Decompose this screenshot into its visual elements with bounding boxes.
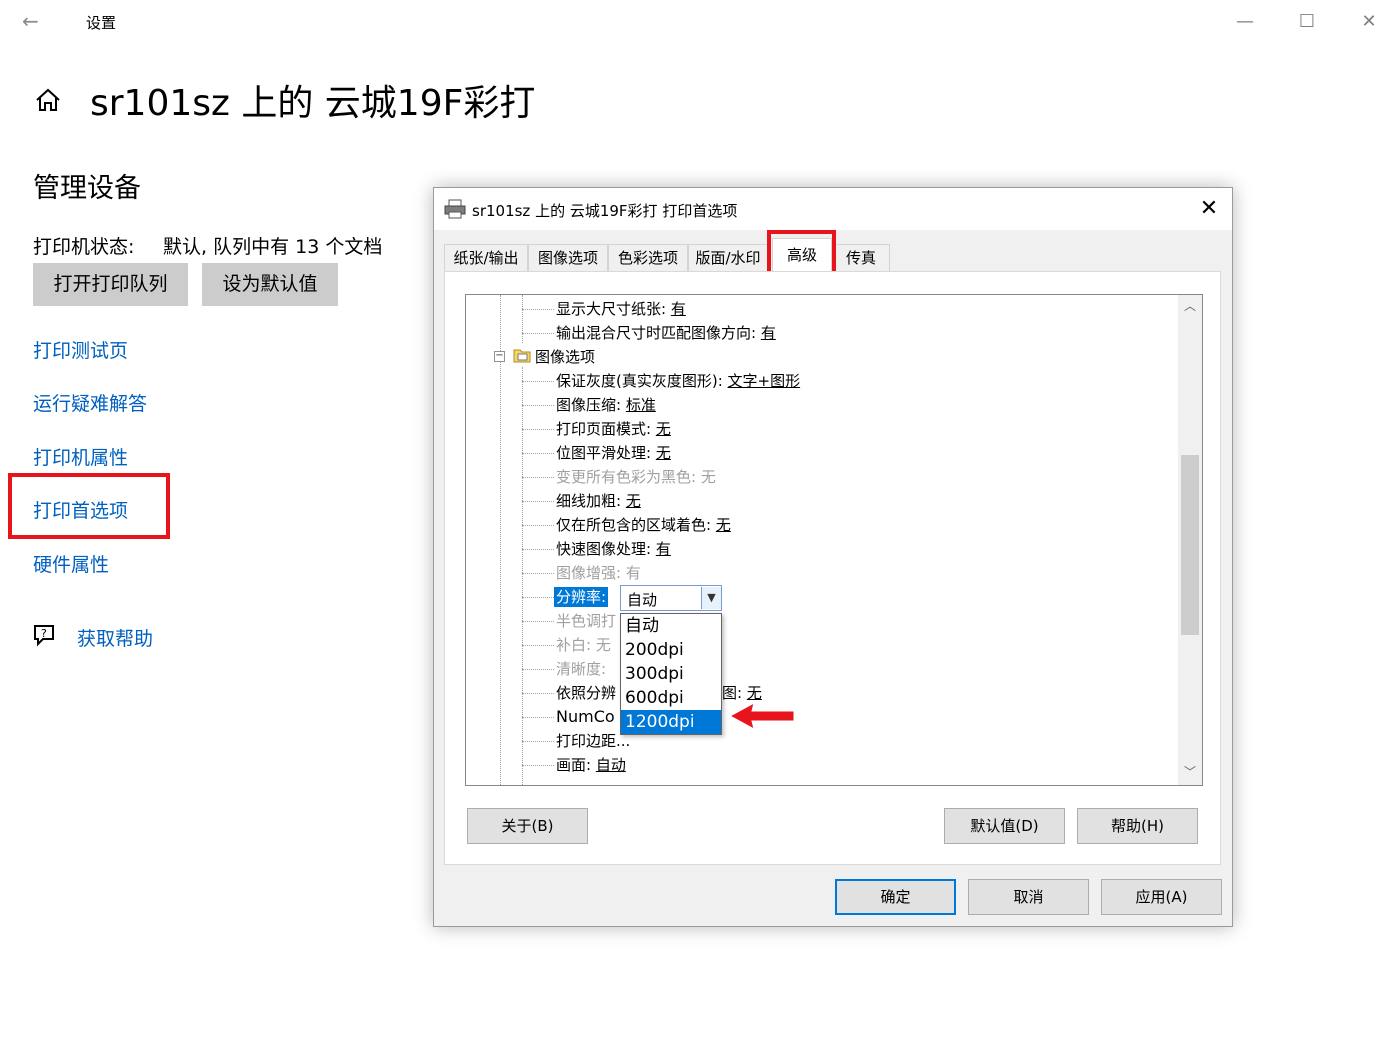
dialog-close-icon[interactable]: ✕ <box>1194 196 1224 222</box>
tree-item-screen[interactable]: 画面: 自动 <box>556 755 626 775</box>
tree-scrollbar[interactable]: ︿ ﹀ <box>1178 295 1202 785</box>
cancel-button[interactable]: 取消 <box>968 879 1089 915</box>
resolution-select[interactable]: 自动 ▼ <box>620 585 722 611</box>
resolution-select-value: 自动 <box>627 591 658 609</box>
back-arrow-icon[interactable]: ← <box>22 10 44 32</box>
about-button[interactable]: 关于(B) <box>467 808 588 844</box>
tree-item-thin-line[interactable]: 细线加粗: 无 <box>556 491 641 511</box>
settings-tree[interactable]: 显示大尺寸纸张: 有 输出混合尺寸时匹配图像方向: 有 − 图像选项 保证灰度(… <box>465 294 1203 786</box>
section-title: 管理设备 <box>33 173 141 204</box>
help-button[interactable]: 帮助(H) <box>1077 808 1198 844</box>
get-help-link[interactable]: 获取帮助 <box>77 624 153 651</box>
ok-button[interactable]: 确定 <box>835 879 956 915</box>
apply-button[interactable]: 应用(A) <box>1101 879 1222 915</box>
close-icon[interactable]: ✕ <box>1354 8 1384 36</box>
tree-item-gray-guarantee[interactable]: 保证灰度(真实灰度图形): 文字+图形 <box>556 371 800 391</box>
advanced-tab-panel: 显示大尺寸纸张: 有 输出混合尺寸时匹配图像方向: 有 − 图像选项 保证灰度(… <box>444 271 1221 865</box>
tab-paper-output[interactable]: 纸张/输出 <box>444 244 528 272</box>
tree-item-page-mode[interactable]: 打印页面模式: 无 <box>556 419 671 439</box>
page-title: sr101sz 上的 云城19F彩打 <box>90 83 536 124</box>
collapse-toggle-icon[interactable]: − <box>494 351 505 362</box>
hardware-properties-link[interactable]: 硬件属性 <box>33 550 109 577</box>
tree-item-show-large-paper[interactable]: 显示大尺寸纸张: 有 <box>556 299 686 319</box>
tab-fax[interactable]: 传真 <box>832 244 890 272</box>
help-icon: ? <box>34 625 54 647</box>
tab-layout-watermark[interactable]: 版面/水印 <box>688 244 768 272</box>
tree-folder-image-options[interactable]: 图像选项 <box>535 347 595 367</box>
resolution-option[interactable]: 自动 <box>621 614 721 638</box>
window-title: 设置 <box>86 14 117 32</box>
printer-status-value: 默认, 队列中有 13 个文档 <box>163 236 383 258</box>
resolution-option[interactable]: 600dpi <box>621 686 721 710</box>
minimize-icon[interactable]: — <box>1230 8 1260 36</box>
resolution-option[interactable]: 300dpi <box>621 662 721 686</box>
tree-item-resolution-label[interactable]: 分辨率: <box>554 587 609 607</box>
scroll-up-icon[interactable]: ︿ <box>1178 295 1202 317</box>
set-default-button[interactable]: 设为默认值 <box>202 263 338 306</box>
tree-item-by-resolution[interactable]: 依照分辨 <box>556 683 616 703</box>
chevron-down-icon[interactable]: ▼ <box>701 587 721 609</box>
scroll-down-icon[interactable]: ﹀ <box>1178 761 1202 783</box>
highlight-box-preferences <box>8 473 170 539</box>
scrollbar-thumb[interactable] <box>1181 455 1199 635</box>
tree-item-bitmap-smooth[interactable]: 位图平滑处理: 无 <box>556 443 671 463</box>
defaults-button[interactable]: 默认值(D) <box>944 808 1065 844</box>
tab-image-options[interactable]: 图像选项 <box>528 244 608 272</box>
tree-item-numcopies[interactable]: NumCo <box>556 707 615 727</box>
tree-item-image-enhance: 图像增强: 有 <box>556 564 641 582</box>
maximize-icon[interactable]: ☐ <box>1292 8 1322 36</box>
home-icon[interactable] <box>34 86 62 114</box>
tree-item-mixed-orientation[interactable]: 输出混合尺寸时匹配图像方向: 有 <box>556 323 776 343</box>
printing-preferences-dialog: sr101sz 上的 云城19F彩打 打印首选项 ✕ 纸张/输出 图像选项 色彩… <box>433 187 1233 927</box>
printer-status-label: 打印机状态: <box>33 236 135 258</box>
tree-item-compression[interactable]: 图像压缩: 标准 <box>556 395 656 415</box>
red-arrow-icon <box>728 702 795 730</box>
printer-properties-link[interactable]: 打印机属性 <box>33 443 128 470</box>
tree-item-fast-image[interactable]: 快速图像处理: 有 <box>556 539 671 559</box>
open-queue-button[interactable]: 打开打印队列 <box>33 263 188 306</box>
dialog-title: sr101sz 上的 云城19F彩打 打印首选项 <box>472 202 738 220</box>
resolution-dropdown-list[interactable]: 自动 200dpi 300dpi 600dpi 1200dpi <box>620 613 722 735</box>
tab-color-options[interactable]: 色彩选项 <box>608 244 688 272</box>
tree-item-all-black: 变更所有色彩为黑色: 无 <box>556 468 716 486</box>
print-test-page-link[interactable]: 打印测试页 <box>33 336 128 363</box>
tree-item-white-fill: 补白: 无 <box>556 636 611 654</box>
resolution-option-selected[interactable]: 1200dpi <box>621 710 721 734</box>
tree-item-sharpness: 清晰度: <box>556 660 607 678</box>
tree-item-halftone: 半色调打 <box>556 612 617 630</box>
resolution-option[interactable]: 200dpi <box>621 638 721 662</box>
printer-icon <box>444 199 466 219</box>
svg-text:?: ? <box>41 627 47 640</box>
tree-item-area-color[interactable]: 仅在所包含的区域着色: 无 <box>556 515 731 535</box>
folder-icon <box>513 349 531 363</box>
dialog-titlebar: sr101sz 上的 云城19F彩打 打印首选项 ✕ <box>434 188 1232 230</box>
troubleshoot-link[interactable]: 运行疑难解答 <box>33 389 147 416</box>
